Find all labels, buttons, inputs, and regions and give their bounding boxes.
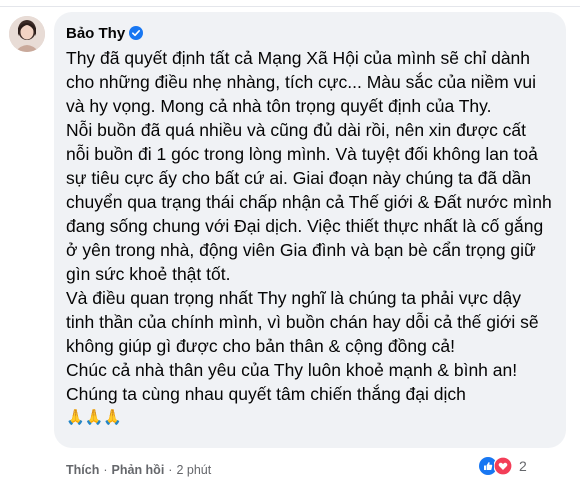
author-name[interactable]: Bảo Thy [66,25,125,42]
verified-badge-icon [129,26,144,40]
pray-emojis: 🙏🙏🙏 [66,409,123,426]
reply-link[interactable]: Phản hồi [112,463,165,477]
reaction-count: 2 [519,458,527,474]
comment-paragraph: Và điều quan trọng nhất Thy nghĩ là chún… [66,288,539,356]
timestamp[interactable]: 2 phút [176,463,211,477]
separator: · [168,463,173,477]
comment-paragraph: Nỗi buồn đã quá nhiều và cũng đủ dài rồi… [66,120,552,284]
reaction-summary[interactable]: 2 [479,455,527,477]
previous-comment-edge [0,0,580,7]
avatar-image [9,16,45,52]
separator: · [103,463,108,477]
comment-actions: Thích · Phản hồi · 2 phút [66,463,211,477]
comment-text: Thy đã quyết định tất cả Mạng Xã Hội của… [66,46,554,430]
like-link[interactable]: Thích [66,463,99,477]
love-reaction-icon [493,456,513,476]
comment-paragraph: Thy đã quyết định tất cả Mạng Xã Hội của… [66,48,536,116]
comment-bubble: Bảo Thy Thy đã quyết định tất cả Mạng Xã… [54,12,566,448]
comment-paragraph: Chúc cả nhà thân yêu của Thy luôn khoẻ m… [66,360,518,404]
avatar[interactable] [9,16,45,52]
